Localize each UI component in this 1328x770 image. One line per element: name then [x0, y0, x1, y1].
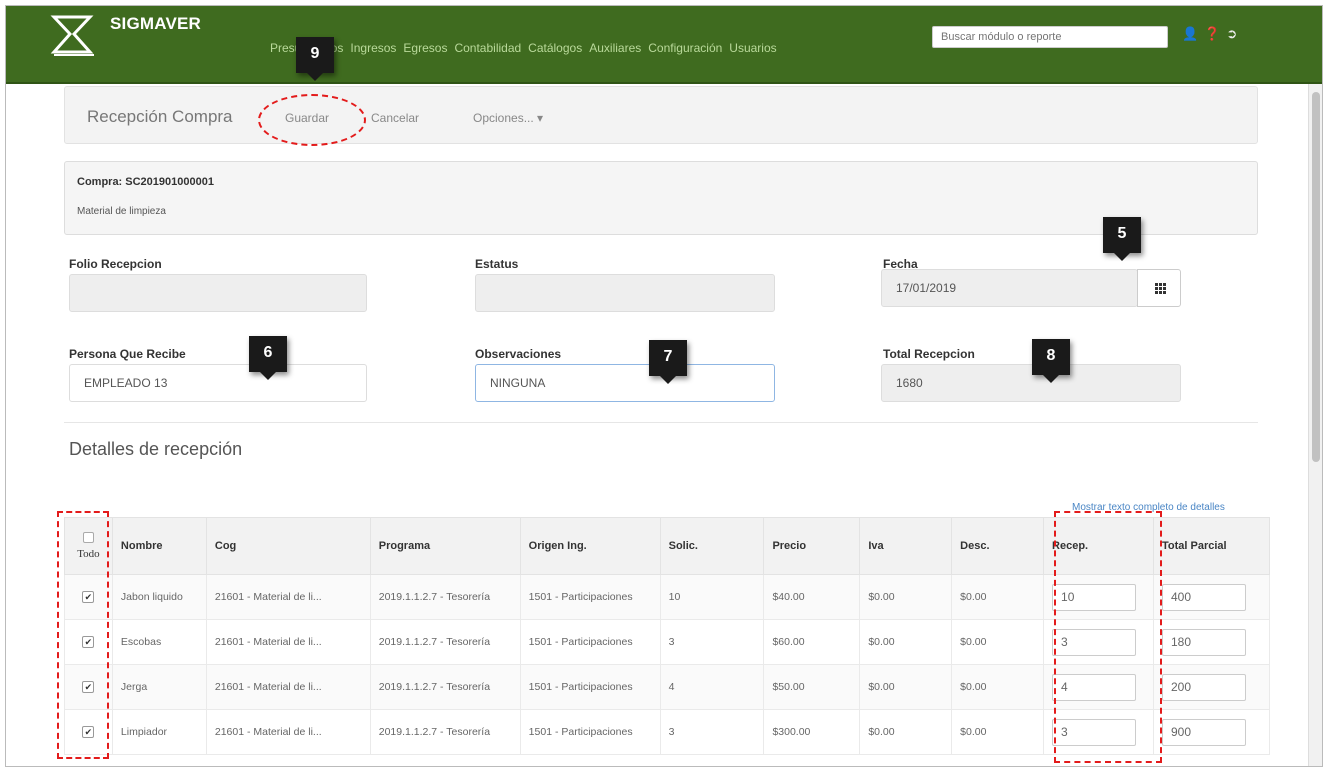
cell-iva: $0.00 — [859, 709, 953, 755]
cell-iva: $0.00 — [859, 664, 953, 710]
total-parcial-input[interactable]: 900 — [1161, 718, 1246, 746]
main-menu: Presupuestos Ingresos Egresos Contabilid… — [270, 41, 777, 55]
calendar-icon — [1155, 283, 1166, 294]
cell-nombre: Escobas — [111, 619, 207, 665]
cell-nombre: Limpiador — [111, 709, 207, 755]
cell-nombre: Jabon liquido — [111, 574, 207, 620]
cell-desc: $0.00 — [951, 574, 1045, 620]
compra-description: Material de limpieza — [77, 206, 166, 217]
cell-precio: $300.00 — [763, 709, 861, 755]
persona-label: Persona Que Recibe — [69, 347, 186, 361]
scrollbar-thumb[interactable] — [1312, 92, 1320, 462]
col-cog: Cog — [205, 517, 371, 575]
nav-item-usuarios[interactable]: Usuarios — [729, 41, 776, 55]
total-parcial-input[interactable]: 200 — [1161, 673, 1246, 701]
page-title: Recepción Compra — [87, 107, 233, 126]
col-nombre: Nombre — [111, 517, 207, 575]
cell-cog: 21601 - Material de li... — [205, 709, 371, 755]
nav-item-ingresos[interactable]: Ingresos — [350, 41, 396, 55]
options-dropdown[interactable]: Opciones... ▾ — [473, 111, 543, 125]
nav-item-configuracion[interactable]: Configuración — [648, 41, 722, 55]
nav-item-catalogos[interactable]: Catálogos — [528, 41, 582, 55]
persona-field[interactable]: EMPLEADO 13 — [69, 364, 367, 402]
cell-desc: $0.00 — [951, 664, 1045, 710]
cell-cog: 21601 - Material de li... — [205, 664, 371, 710]
callout-badge-7: 7 — [649, 340, 687, 384]
cell-programa: 2019.1.1.2.7 - Tesorería — [369, 664, 521, 710]
cell-solic: 3 — [659, 619, 765, 665]
cell-precio: $50.00 — [763, 664, 861, 710]
cell-desc: $0.00 — [951, 709, 1045, 755]
observaciones-label: Observaciones — [475, 347, 562, 361]
callout-badge-8: 8 — [1032, 339, 1070, 383]
fecha-field[interactable]: 17/01/2019 — [881, 269, 1138, 307]
nav-item-auxiliares[interactable]: Auxiliares — [589, 41, 641, 55]
folio-field[interactable] — [69, 274, 367, 312]
cell-programa: 2019.1.1.2.7 - Tesorería — [369, 574, 521, 620]
observaciones-textarea[interactable]: NINGUNA — [475, 364, 775, 402]
help-icon[interactable]: ❓ — [1204, 26, 1220, 42]
estatus-field[interactable] — [475, 274, 775, 312]
compra-header: Compra: SC201901000001 — [77, 176, 214, 188]
top-navbar: SIGMAVER Presupuestos Ingresos Egresos C… — [6, 6, 1322, 84]
cell-cog: 21601 - Material de li... — [205, 574, 371, 620]
cell-cog: 21601 - Material de li... — [205, 619, 371, 665]
calendar-button[interactable] — [1137, 269, 1181, 307]
search-input[interactable] — [932, 26, 1168, 48]
cell-solic: 3 — [659, 709, 765, 755]
cell-programa: 2019.1.1.2.7 - Tesorería — [369, 709, 521, 755]
callout-badge-6: 6 — [249, 336, 287, 380]
cell-nombre: Jerga — [111, 664, 207, 710]
col-total-parcial: Total Parcial — [1152, 517, 1271, 575]
cell-origen: 1501 - Participaciones — [519, 664, 661, 710]
details-title: Detalles de recepción — [69, 439, 243, 459]
scrollbar[interactable] — [1308, 84, 1322, 766]
navbar-icons: 👤 ❓ ➲ — [1182, 26, 1237, 42]
nav-item-egresos[interactable]: Egresos — [403, 41, 447, 55]
page-toolbar: Recepción Compra Guardar Cancelar Opcion… — [64, 86, 1258, 144]
cell-solic: 10 — [659, 574, 765, 620]
cell-precio: $60.00 — [763, 619, 861, 665]
callout-badge-9: 9 — [296, 37, 334, 81]
col-origen: Origen Ing. — [519, 517, 661, 575]
total-label: Total Recepcion — [883, 347, 975, 361]
cell-iva: $0.00 — [859, 619, 953, 665]
total-parcial-input[interactable]: 400 — [1161, 583, 1246, 611]
cancel-button[interactable]: Cancelar — [371, 111, 419, 125]
cell-programa: 2019.1.1.2.7 - Tesorería — [369, 619, 521, 665]
estatus-label: Estatus — [475, 257, 519, 271]
cell-precio: $40.00 — [763, 574, 861, 620]
col-programa: Programa — [369, 517, 521, 575]
sigmaver-logo-icon — [50, 15, 94, 56]
folio-label: Folio Recepcion — [69, 257, 162, 271]
col-desc: Desc. — [951, 517, 1045, 575]
divider — [64, 422, 1258, 423]
callout-badge-5: 5 — [1103, 217, 1141, 261]
cell-solic: 4 — [659, 664, 765, 710]
total-field: 1680 — [881, 364, 1181, 402]
cell-desc: $0.00 — [951, 619, 1045, 665]
logout-icon[interactable]: ➲ — [1226, 26, 1237, 42]
cell-origen: 1501 - Participaciones — [519, 619, 661, 665]
save-highlight-oval — [258, 94, 366, 146]
brand-name[interactable]: SIGMAVER — [110, 14, 201, 34]
cell-iva: $0.00 — [859, 574, 953, 620]
total-parcial-input[interactable]: 180 — [1161, 628, 1246, 656]
cell-origen: 1501 - Participaciones — [519, 574, 661, 620]
app-window: SIGMAVER Presupuestos Ingresos Egresos C… — [5, 5, 1323, 767]
col-solic: Solic. — [659, 517, 765, 575]
compra-info-panel: Compra: SC201901000001 Material de limpi… — [64, 161, 1258, 235]
recep-column-highlight — [1054, 511, 1162, 763]
checkbox-column-highlight — [57, 511, 109, 759]
user-icon[interactable]: 👤 — [1182, 26, 1198, 42]
cell-origen: 1501 - Participaciones — [519, 709, 661, 755]
nav-item-contabilidad[interactable]: Contabilidad — [454, 41, 521, 55]
col-precio: Precio — [763, 517, 861, 575]
col-iva: Iva — [859, 517, 953, 575]
